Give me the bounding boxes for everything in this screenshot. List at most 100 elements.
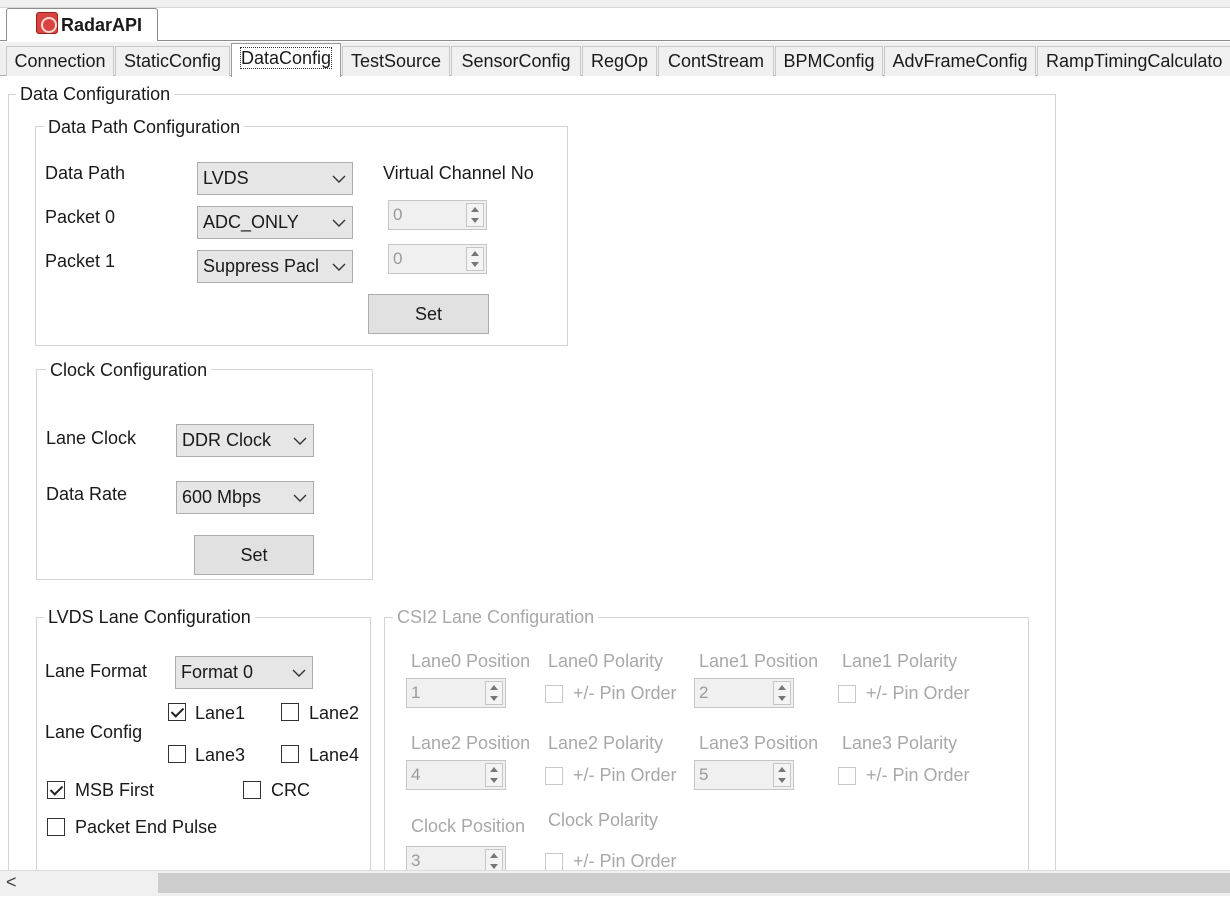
radar-app-icon (36, 12, 58, 34)
lane1-polarity-label: Lane1 Polarity (842, 651, 958, 671)
lane3-position-value: 5 (699, 765, 709, 784)
vc-packet1-spinner[interactable]: 0 (388, 244, 487, 274)
window-bottom-strip (0, 896, 1230, 904)
spinner-buttons[interactable] (466, 203, 484, 227)
packet0-value: ADC_ONLY (203, 212, 299, 232)
clock-pin-order-label: +/- Pin Order (573, 851, 677, 871)
data-path-set-button[interactable]: Set (368, 294, 489, 334)
msb-first-label: MSB First (75, 780, 154, 800)
spinner-buttons[interactable] (466, 247, 484, 271)
tab-sensorconfig[interactable]: SensorConfig (451, 46, 581, 76)
tab-label: StaticConfig (123, 51, 222, 71)
lane1-position-spinner[interactable]: 2 (694, 678, 794, 708)
spin-down-icon[interactable] (486, 775, 502, 786)
lane1-pin-order-checkbox[interactable] (838, 685, 856, 703)
crc-checkbox[interactable] (243, 781, 261, 799)
lane0-position-label: Lane0 Position (411, 651, 531, 671)
lane1-label: Lane1 (195, 703, 246, 723)
spinner-buttons[interactable] (485, 763, 503, 787)
lane0-pin-order-label: +/- Pin Order (573, 683, 677, 703)
lane0-polarity-label: Lane0 Polarity (548, 651, 664, 671)
clock-polarity-label: Clock Polarity (548, 810, 659, 830)
lane3-checkbox[interactable] (168, 745, 186, 763)
data-rate-value: 600 Mbps (182, 487, 262, 507)
spin-down-icon[interactable] (486, 693, 502, 704)
spin-up-icon[interactable] (774, 682, 790, 693)
chevron-down-icon (330, 207, 348, 238)
spinner-buttons[interactable] (485, 681, 503, 705)
tab-staticconfig[interactable]: StaticConfig (115, 46, 230, 76)
lane3-pin-order-checkbox[interactable] (838, 767, 856, 785)
tab-label: RampTimingCalculato (1046, 51, 1223, 71)
lane-format-select[interactable]: Format 0 (175, 656, 313, 689)
packet1-select[interactable]: Suppress Pacl (197, 250, 353, 283)
app-tab-radarapi[interactable]: RadarAPI (6, 8, 158, 41)
lane0-position-value: 1 (411, 683, 421, 702)
tab-advframeconfig[interactable]: AdvFrameConfig (884, 46, 1036, 76)
tab-label: Connection (14, 51, 106, 71)
lane1-checkbox[interactable] (168, 703, 186, 721)
tab-regop[interactable]: RegOp (582, 46, 657, 76)
spinner-buttons[interactable] (773, 681, 791, 705)
chevron-down-icon (330, 251, 348, 282)
lane-clock-value: DDR Clock (182, 430, 272, 450)
spin-down-icon[interactable] (774, 693, 790, 704)
spin-up-icon[interactable] (486, 850, 502, 861)
spin-up-icon[interactable] (467, 248, 483, 259)
lane4-checkbox[interactable] (281, 745, 299, 763)
vc-packet0-value: 0 (393, 205, 403, 224)
clock-set-button[interactable]: Set (194, 535, 314, 575)
lane3-position-spinner[interactable]: 5 (694, 760, 794, 790)
lane2-checkbox[interactable] (281, 703, 299, 721)
lane1-pin-order-label: +/- Pin Order (866, 683, 970, 703)
clock-config-title: Clock Configuration (46, 360, 212, 380)
lane-clock-select[interactable]: DDR Clock (176, 424, 314, 457)
spin-up-icon[interactable] (774, 764, 790, 775)
lane2-position-label: Lane2 Position (411, 733, 531, 753)
tab-connection[interactable]: Connection (6, 46, 114, 76)
clock-pin-order-checkbox[interactable] (545, 853, 563, 871)
spin-up-icon[interactable] (486, 764, 502, 775)
tab-testsource[interactable]: TestSource (342, 46, 450, 76)
packet1-value: Suppress Pacl (203, 256, 320, 276)
window-top-strip (0, 0, 1230, 8)
tab-label: SensorConfig (461, 51, 571, 71)
spin-up-icon[interactable] (486, 682, 502, 693)
spin-down-icon[interactable] (774, 775, 790, 786)
data-rate-select[interactable]: 600 Mbps (176, 481, 314, 514)
spin-down-icon[interactable] (467, 259, 483, 270)
spin-down-icon[interactable] (467, 215, 483, 226)
lane1-position-value: 2 (699, 683, 709, 702)
lane2-pin-order-checkbox[interactable] (545, 767, 563, 785)
lane2-position-value: 4 (411, 765, 421, 784)
tab-dataconfig[interactable]: DataConfig (231, 43, 341, 77)
data-path-select[interactable]: LVDS (197, 162, 353, 195)
packet-end-pulse-checkbox[interactable] (47, 818, 65, 836)
lane0-position-spinner[interactable]: 1 (406, 678, 506, 708)
data-path-title: Data Path Configuration (44, 117, 245, 137)
data-path-label: Data Path (45, 163, 126, 183)
vc-packet0-spinner[interactable]: 0 (388, 200, 487, 230)
virtual-channel-label: Virtual Channel No (383, 163, 534, 183)
app-tab-title: RadarAPI (61, 14, 143, 35)
clock-position-value: 3 (411, 851, 421, 870)
tab-bpmconfig[interactable]: BPMConfig (775, 46, 883, 76)
lane-clock-label: Lane Clock (46, 428, 137, 448)
app-tab-baseline (0, 40, 1230, 41)
lane2-position-spinner[interactable]: 4 (406, 760, 506, 790)
tab-contstream[interactable]: ContStream (658, 46, 774, 76)
tab-label: BPMConfig (783, 51, 875, 71)
spin-up-icon[interactable] (467, 204, 483, 215)
lane3-polarity-label: Lane3 Polarity (842, 733, 958, 753)
packet-end-pulse-label: Packet End Pulse (75, 817, 218, 837)
spinner-buttons[interactable] (773, 763, 791, 787)
chevron-down-icon (290, 657, 308, 688)
tab-ramptimingcalculator[interactable]: RampTimingCalculato (1037, 46, 1230, 76)
vc-packet1-value: 0 (393, 249, 403, 268)
scrollbar-thumb[interactable] (158, 873, 1230, 893)
packet0-select[interactable]: ADC_ONLY (197, 206, 353, 239)
msb-first-checkbox[interactable] (47, 781, 65, 799)
lane0-pin-order-checkbox[interactable] (545, 685, 563, 703)
scroll-left-arrow-icon[interactable]: < (6, 872, 17, 893)
lane4-label: Lane4 (309, 745, 360, 765)
